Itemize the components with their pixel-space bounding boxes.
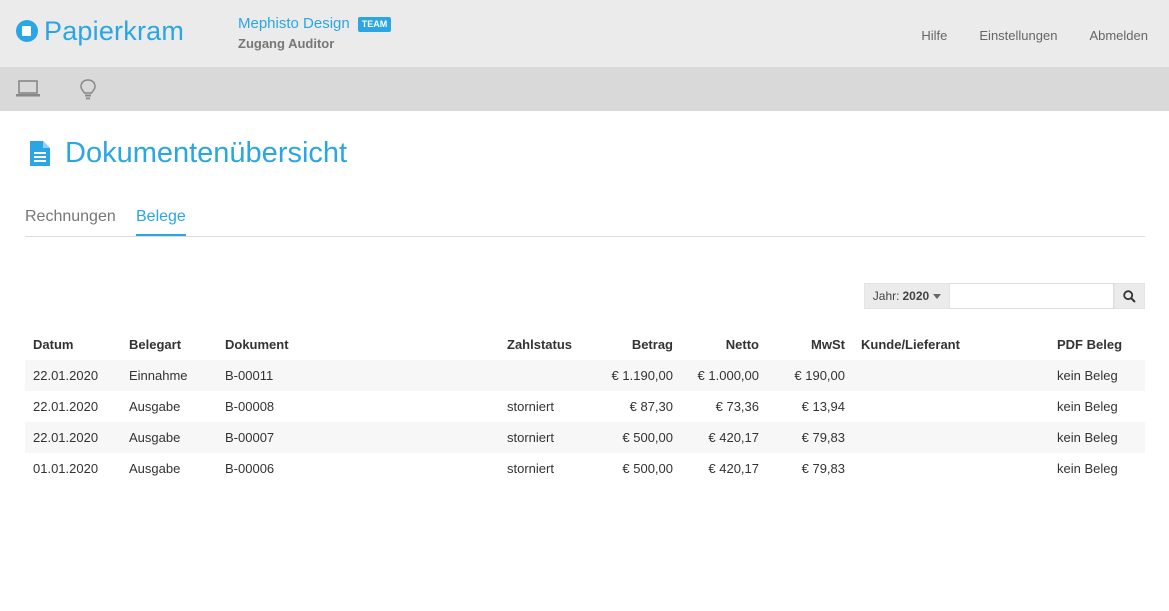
cell-zahlstatus: storniert [507,461,554,476]
laptop-icon[interactable] [16,78,40,100]
cell-pdf-beleg: kein Beleg [1057,368,1118,383]
cell-netto: € 420,17 [708,430,759,445]
column-dokument[interactable]: Dokument [225,329,289,360]
cell-dokument[interactable]: B-00007 [225,422,274,453]
column-zahlstatus[interactable]: Zahlstatus [507,329,572,360]
column-netto[interactable]: Netto [726,329,759,360]
tab-belege[interactable]: Belege [136,208,186,236]
user-access: Zugang Auditor [238,36,335,51]
top-header: Papierkram Mephisto Design TEAM Zugang A… [0,0,1169,67]
cell-mwst: € 79,83 [801,430,845,445]
tab-rechnungen[interactable]: Rechnungen [25,208,116,234]
year-label: Jahr: [872,289,900,303]
nav-logout-link[interactable]: Abmelden [1089,28,1148,43]
cell-netto: € 420,17 [708,461,759,476]
column-kunde-lieferant[interactable]: Kunde/Lieferant [861,329,960,360]
year-value: 2020 [902,289,930,303]
cell-datum: 22.01.2020 [33,399,99,414]
caret-down-icon [933,293,942,299]
cell-betrag: € 87,30 [629,399,673,414]
cell-zahlstatus: storniert [507,430,554,445]
cell-datum: 22.01.2020 [33,368,99,383]
cell-belegart: Ausgabe [129,399,181,414]
document-tabs: Rechnungen Belege [25,207,1145,237]
column-betrag[interactable]: Betrag [632,329,673,360]
cell-betrag: € 1.190,00 [611,368,673,383]
cell-pdf-beleg: kein Beleg [1057,461,1118,476]
document-icon [30,141,50,166]
company-name[interactable]: Mephisto Design [238,15,350,33]
column-mwst[interactable]: MwSt [811,329,845,360]
cell-belegart: Ausgabe [129,461,181,476]
team-badge: TEAM [357,16,392,32]
search-input[interactable] [950,283,1114,309]
account-info: Mephisto Design TEAM Zugang Auditor [238,15,392,51]
search-icon [1123,289,1136,303]
filter-bar: Jahr: 2020 [864,283,1145,309]
secondary-toolbar [0,67,1169,111]
table-row[interactable]: 22.01.2020 Einnahme B-00011 € 1.190,00 €… [25,360,1145,391]
nav-settings-link[interactable]: Einstellungen [979,28,1057,43]
cell-dokument[interactable]: B-00008 [225,391,274,422]
year-dropdown[interactable]: Jahr: 2020 [864,283,950,309]
cell-betrag: € 500,00 [622,430,673,445]
cell-datum: 01.01.2020 [33,461,99,476]
documents-table: Datum Belegart Dokument Zahlstatus Betra… [25,329,1145,484]
cell-betrag: € 500,00 [622,461,673,476]
cell-netto: € 1.000,00 [697,368,759,383]
cell-datum: 22.01.2020 [33,430,99,445]
column-pdf-beleg[interactable]: PDF Beleg [1057,329,1122,360]
page-header: Dokumentenübersicht [30,137,347,170]
cell-zahlstatus: storniert [507,399,554,414]
table-row[interactable]: 01.01.2020 Ausgabe B-00006 storniert € 5… [25,453,1145,484]
cell-dokument[interactable]: B-00011 [225,360,273,391]
table-header: Datum Belegart Dokument Zahlstatus Betra… [25,329,1145,360]
search-button[interactable] [1114,283,1145,309]
cell-mwst: € 13,94 [801,399,845,414]
nav-help-link[interactable]: Hilfe [921,28,947,43]
cell-belegart: Einnahme [129,368,188,383]
column-belegart[interactable]: Belegart [129,329,181,360]
cell-dokument[interactable]: B-00006 [225,453,274,484]
cell-pdf-beleg: kein Beleg [1057,430,1118,445]
table-row[interactable]: 22.01.2020 Ausgabe B-00007 storniert € 5… [25,422,1145,453]
table-row[interactable]: 22.01.2020 Ausgabe B-00008 storniert € 8… [25,391,1145,422]
column-datum[interactable]: Datum [33,329,73,360]
top-nav: Hilfe Einstellungen Abmelden [921,28,1148,43]
cell-belegart: Ausgabe [129,430,181,445]
brand-name: Papierkram [44,16,185,46]
logo-icon [16,20,38,42]
cell-netto: € 73,36 [715,399,759,414]
cell-pdf-beleg: kein Beleg [1057,399,1118,414]
cell-mwst: € 190,00 [794,368,845,383]
table-body: 22.01.2020 Einnahme B-00011 € 1.190,00 €… [25,360,1145,484]
page-title: Dokumentenübersicht [65,137,348,169]
cell-mwst: € 79,83 [801,461,845,476]
lightbulb-icon[interactable] [76,78,100,100]
brand-logo[interactable]: Papierkram [16,17,184,45]
